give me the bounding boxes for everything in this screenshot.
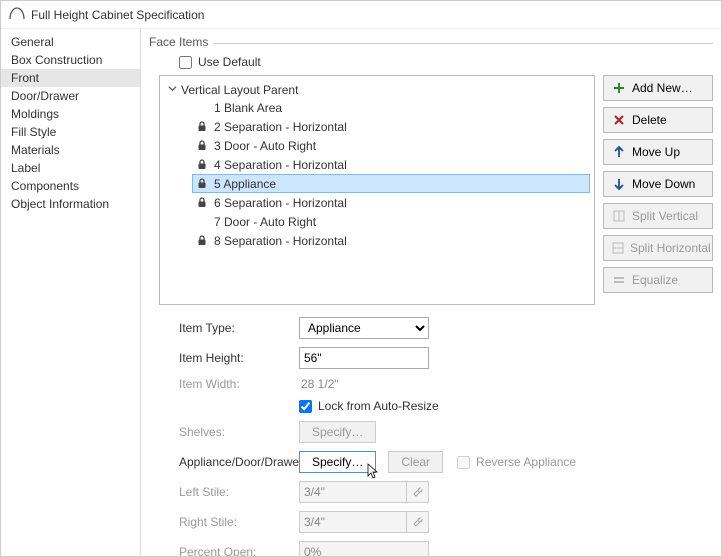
tree-item[interactable]: 8 Separation - Horizontal <box>192 231 590 250</box>
split-vertical-icon <box>612 210 626 222</box>
tree-root[interactable]: Vertical Layout Parent <box>164 82 590 98</box>
arrow-down-icon <box>612 178 626 190</box>
lock-icon <box>196 140 208 151</box>
sidebar-item-door-drawer[interactable]: Door/Drawer <box>1 87 140 105</box>
item-height-input[interactable] <box>299 347 429 369</box>
tree-item[interactable]: 2 Separation - Horizontal <box>192 117 590 136</box>
left-stile-input <box>299 481 407 503</box>
tree-item[interactable]: 5 Appliance <box>192 174 590 193</box>
sidebar-item-materials[interactable]: Materials <box>1 141 140 159</box>
use-default-checkbox[interactable] <box>179 56 192 69</box>
split-horizontal-icon <box>612 242 624 254</box>
tree-item-label: 3 Door - Auto Right <box>214 139 316 153</box>
tree-item-label: 8 Separation - Horizontal <box>214 234 347 248</box>
item-width-label: Item Width: <box>149 377 299 391</box>
right-stile-label: Right Stile: <box>149 515 299 529</box>
divider <box>209 43 713 44</box>
shelves-specify-button: Specify… <box>299 421 376 443</box>
lock-auto-resize-label: Lock from Auto-Resize <box>318 399 439 413</box>
tree-item[interactable]: 4 Separation - Horizontal <box>192 155 590 174</box>
left-stile-label: Left Stile: <box>149 485 299 499</box>
delete-x-icon <box>612 114 626 126</box>
wrench-icon <box>407 481 429 503</box>
tree-item[interactable]: 7 Door - Auto Right <box>192 212 590 231</box>
lock-icon <box>196 197 208 208</box>
lock-icon <box>196 121 208 132</box>
sidebar-item-label[interactable]: Label <box>1 159 140 177</box>
equalize-icon <box>612 274 626 286</box>
tree-item-label: 4 Separation - Horizontal <box>214 158 347 172</box>
tree-item[interactable]: 3 Door - Auto Right <box>192 136 590 155</box>
item-type-label: Item Type: <box>149 321 299 335</box>
shelves-label: Shelves: <box>149 425 299 439</box>
sidebar-item-object-information[interactable]: Object Information <box>1 195 140 213</box>
sidebar-item-front[interactable]: Front <box>1 69 140 87</box>
delete-button[interactable]: Delete <box>603 107 713 133</box>
item-width-value: 28 1/2" <box>299 377 339 391</box>
tree-item-label: 2 Separation - Horizontal <box>214 120 347 134</box>
wrench-icon <box>407 511 429 533</box>
reverse-appliance-check: Reverse Appliance <box>457 455 576 469</box>
sidebar-item-general[interactable]: General <box>1 33 140 51</box>
appliance-door-drawer-label: Appliance/Door/Drawer: <box>149 455 299 469</box>
chevron-down-icon[interactable] <box>168 84 177 96</box>
lock-icon <box>196 159 208 170</box>
tree-item-label: 5 Appliance <box>214 177 276 191</box>
lock-icon <box>196 235 208 246</box>
window-title: Full Height Cabinet Specification <box>31 8 204 22</box>
arrow-up-icon <box>612 146 626 158</box>
tree-view[interactable]: Vertical Layout Parent 1 Blank Area 2 Sep… <box>159 75 595 305</box>
tree-item-label: 6 Separation - Horizontal <box>214 196 347 210</box>
lock-auto-resize-checkbox[interactable] <box>299 400 312 413</box>
sidebar-item-fill-style[interactable]: Fill Style <box>1 123 140 141</box>
split-vertical-button[interactable]: Split Vertical <box>603 203 713 229</box>
tree-item-label: 1 Blank Area <box>214 101 282 115</box>
sidebar: General Box Construction Front Door/Draw… <box>1 29 141 556</box>
sidebar-item-moldings[interactable]: Moldings <box>1 105 140 123</box>
sidebar-item-components[interactable]: Components <box>1 177 140 195</box>
app-icon <box>9 6 25 23</box>
move-up-button[interactable]: Move Up <box>603 139 713 165</box>
use-default-label: Use Default <box>198 55 261 69</box>
split-horizontal-button[interactable]: Split Horizontal <box>603 235 713 261</box>
tree-item-label: 7 Door - Auto Right <box>214 215 316 229</box>
percent-open-label: Percent Open: <box>149 545 299 556</box>
tree-item[interactable]: 1 Blank Area <box>192 98 590 117</box>
sidebar-item-box-construction[interactable]: Box Construction <box>1 51 140 69</box>
move-down-button[interactable]: Move Down <box>603 171 713 197</box>
reverse-appliance-checkbox <box>457 456 470 469</box>
tree-item[interactable]: 6 Separation - Horizontal <box>192 193 590 212</box>
item-height-label: Item Height: <box>149 351 299 365</box>
face-items-legend: Face Items <box>149 35 214 49</box>
appliance-specify-button[interactable]: Specify… <box>299 451 376 473</box>
right-stile-input <box>299 511 407 533</box>
tree-root-label: Vertical Layout Parent <box>181 83 298 97</box>
equalize-button[interactable]: Equalize <box>603 267 713 293</box>
item-type-select[interactable]: Appliance <box>299 317 429 339</box>
plus-icon <box>612 82 626 94</box>
add-new-button[interactable]: Add New… <box>603 75 713 101</box>
percent-open-input <box>299 541 429 556</box>
clear-button: Clear <box>388 451 443 473</box>
lock-icon <box>196 178 208 189</box>
